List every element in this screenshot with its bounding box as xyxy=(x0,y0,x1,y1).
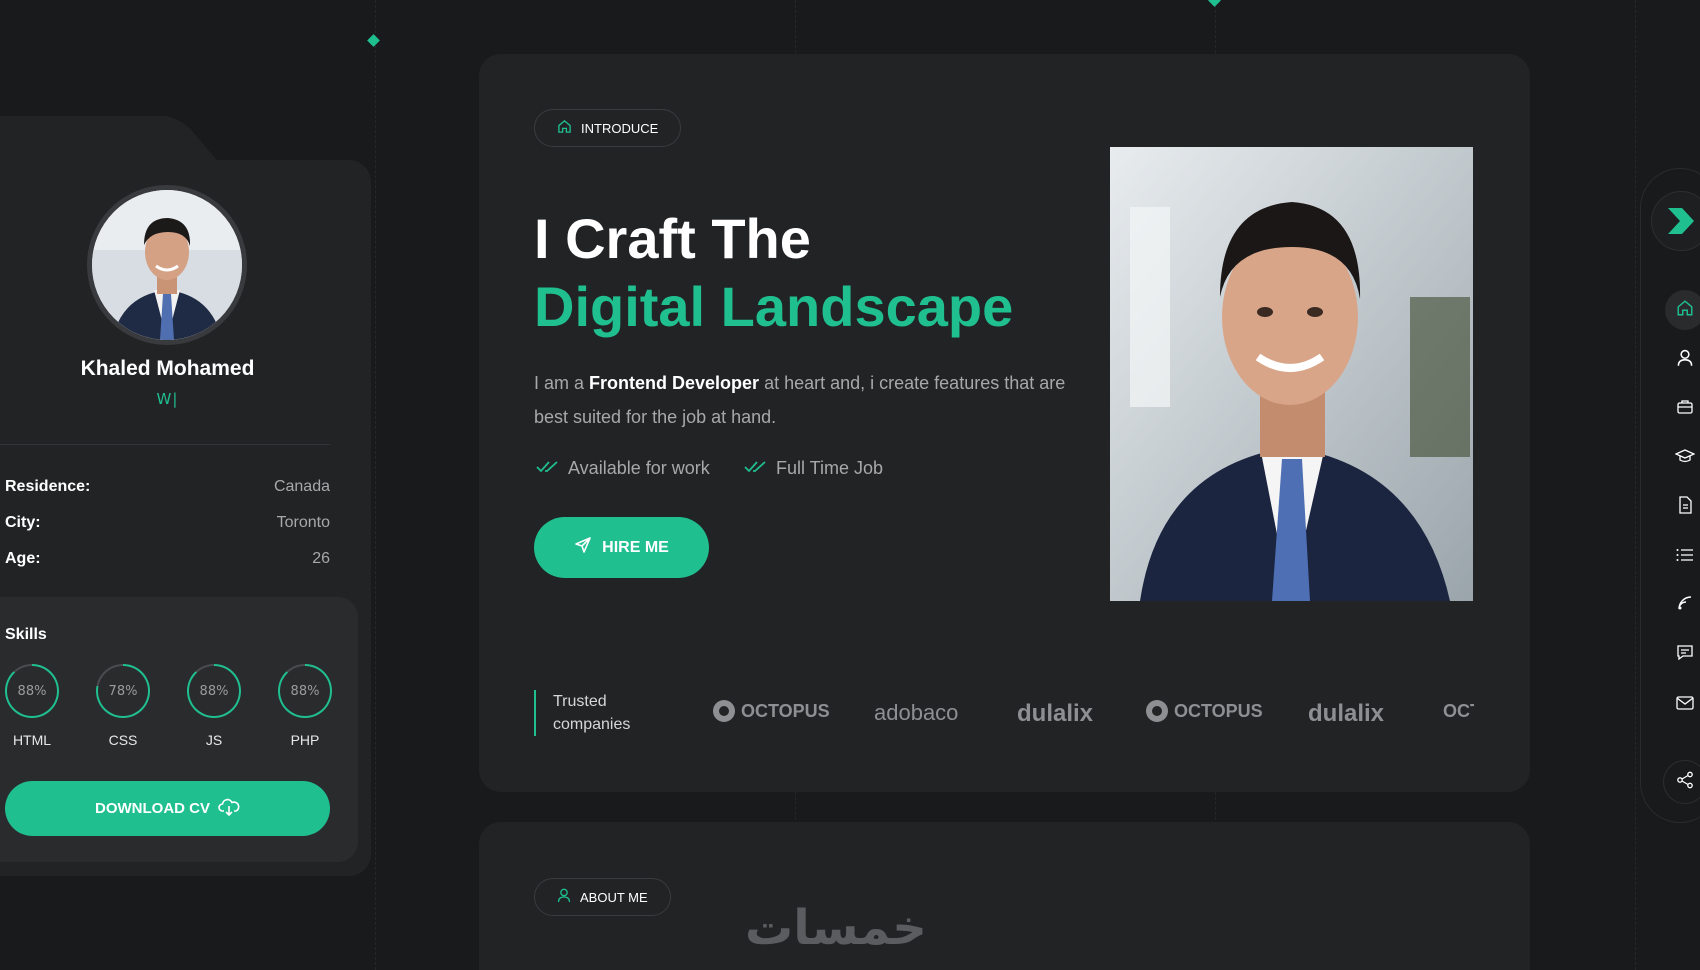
send-icon xyxy=(574,536,592,559)
nav-services[interactable] xyxy=(1665,389,1700,429)
info-row-residence: Residence: Canada xyxy=(5,478,330,496)
hero-title-line2: Digital Landscape xyxy=(534,275,1014,338)
check-fulltime: Full Time Job xyxy=(744,458,883,479)
share-icon xyxy=(1676,771,1694,793)
grid-line xyxy=(375,0,376,970)
grid-line xyxy=(1635,0,1636,970)
hero-title-line1: I Craft The xyxy=(534,207,811,270)
info-row-city: City: Toronto xyxy=(5,514,330,532)
logo-text: OCTOPUS xyxy=(1443,700,1474,721)
skills-title: Skills xyxy=(5,626,47,643)
user-icon xyxy=(1676,349,1694,371)
cloud-download-icon xyxy=(218,798,240,820)
mail-icon xyxy=(1676,695,1694,714)
nav-resume[interactable] xyxy=(1665,487,1700,527)
company-logo-adobaco: adobaco xyxy=(874,700,958,726)
nav-about[interactable] xyxy=(1665,340,1700,380)
company-logo-octopus: OCTOPUS xyxy=(1146,700,1263,722)
download-cv-label: DOWNLOAD CV xyxy=(95,800,210,817)
about-me-label: ABOUT ME xyxy=(580,889,648,905)
skill-progress-ring: 88% xyxy=(5,664,59,718)
about-me-pill: ABOUT ME xyxy=(534,878,671,916)
hero-portrait-image xyxy=(1110,147,1473,601)
hero-desc-strong: Frontend Developer xyxy=(589,373,760,393)
logo-text: dulalix xyxy=(1308,700,1385,727)
logo-text: OCTOPUS xyxy=(1174,700,1263,721)
info-value: Canada xyxy=(273,478,330,495)
skill-name: JS xyxy=(205,732,223,748)
skill-progress-ring: 88% xyxy=(187,664,241,718)
user-icon xyxy=(557,888,571,906)
nav-testimonials[interactable] xyxy=(1665,634,1700,674)
profile-name: Khaled Mohamed xyxy=(80,357,255,380)
document-icon xyxy=(1677,496,1693,518)
watermark-logo: خمسات xyxy=(745,900,927,956)
download-cv-button[interactable]: DOWNLOAD CV xyxy=(5,781,330,836)
info-value: Toronto xyxy=(276,514,330,531)
briefcase-icon xyxy=(1676,398,1694,420)
double-check-icon xyxy=(536,458,560,479)
double-check-icon xyxy=(744,458,768,479)
info-label: Age: xyxy=(5,550,41,567)
skill-progress-ring: 78% xyxy=(96,664,150,718)
skill-php: 88% PHP xyxy=(277,664,333,748)
hire-me-label: HIRE ME xyxy=(602,538,669,556)
profile-divider xyxy=(0,444,330,445)
chat-icon xyxy=(1676,644,1694,665)
info-label: City: xyxy=(5,514,41,531)
check-label: Full Time Job xyxy=(776,458,884,478)
company-logo-octopus: OCTOPUS xyxy=(1437,700,1474,722)
octopus-logo-icon xyxy=(713,700,735,722)
skill-css: 78% CSS xyxy=(95,664,151,748)
wifi-icon xyxy=(1677,595,1693,615)
introduce-label: INTRODUCE xyxy=(581,120,659,136)
skill-html: 88% HTML xyxy=(4,664,60,748)
hero-description: I am a Frontend Developer at heart and, … xyxy=(534,366,1074,434)
skill-percent: 88% xyxy=(7,666,57,716)
nav-education[interactable] xyxy=(1665,438,1700,478)
skill-percent: 88% xyxy=(280,666,330,716)
decor-diamond xyxy=(1208,0,1221,7)
logo-text: dulalix xyxy=(1017,700,1094,727)
trusted-accent-bar xyxy=(534,690,536,736)
company-logo-dulalix: dulalix xyxy=(1017,700,1093,728)
skill-name: CSS xyxy=(108,732,138,748)
company-logo-octopus: OCTOPUS xyxy=(713,700,830,722)
home-icon xyxy=(1676,299,1694,321)
list-icon xyxy=(1676,547,1694,566)
info-value: 26 xyxy=(312,550,330,567)
hire-me-button[interactable]: HIRE ME xyxy=(534,517,709,578)
home-icon xyxy=(557,119,572,137)
nav-home[interactable] xyxy=(1665,290,1700,330)
graduation-cap-icon xyxy=(1674,447,1696,469)
skill-name: HTML xyxy=(12,732,52,748)
skill-percent: 88% xyxy=(189,666,239,716)
info-row-age: Age: 26 xyxy=(5,550,330,568)
company-logo-dulalix: dulalix xyxy=(1308,700,1384,728)
octopus-logo-icon xyxy=(1146,700,1168,722)
profile-role-typing: W| xyxy=(156,390,179,408)
check-label: Available for work xyxy=(568,458,710,478)
info-label: Residence: xyxy=(5,478,91,495)
trusted-companies-label: Trusted companies xyxy=(553,693,631,733)
nav-share[interactable] xyxy=(1663,760,1700,804)
logo-text: OCTOPUS xyxy=(741,700,830,721)
skill-js: 88% JS xyxy=(186,664,242,748)
check-available: Available for work xyxy=(536,458,710,479)
introduce-pill: INTRODUCE xyxy=(534,109,682,147)
nav-list[interactable] xyxy=(1665,536,1700,576)
nav-blog[interactable] xyxy=(1665,585,1700,625)
decor-diamond xyxy=(367,34,380,47)
logo-text: adobaco xyxy=(874,700,959,725)
hero-desc-prefix: I am a xyxy=(534,373,590,393)
nav-contact[interactable] xyxy=(1665,684,1700,724)
skill-progress-ring: 88% xyxy=(278,664,332,718)
skill-percent: 78% xyxy=(98,666,148,716)
avatar xyxy=(87,185,247,345)
skill-name: PHP xyxy=(290,732,320,748)
